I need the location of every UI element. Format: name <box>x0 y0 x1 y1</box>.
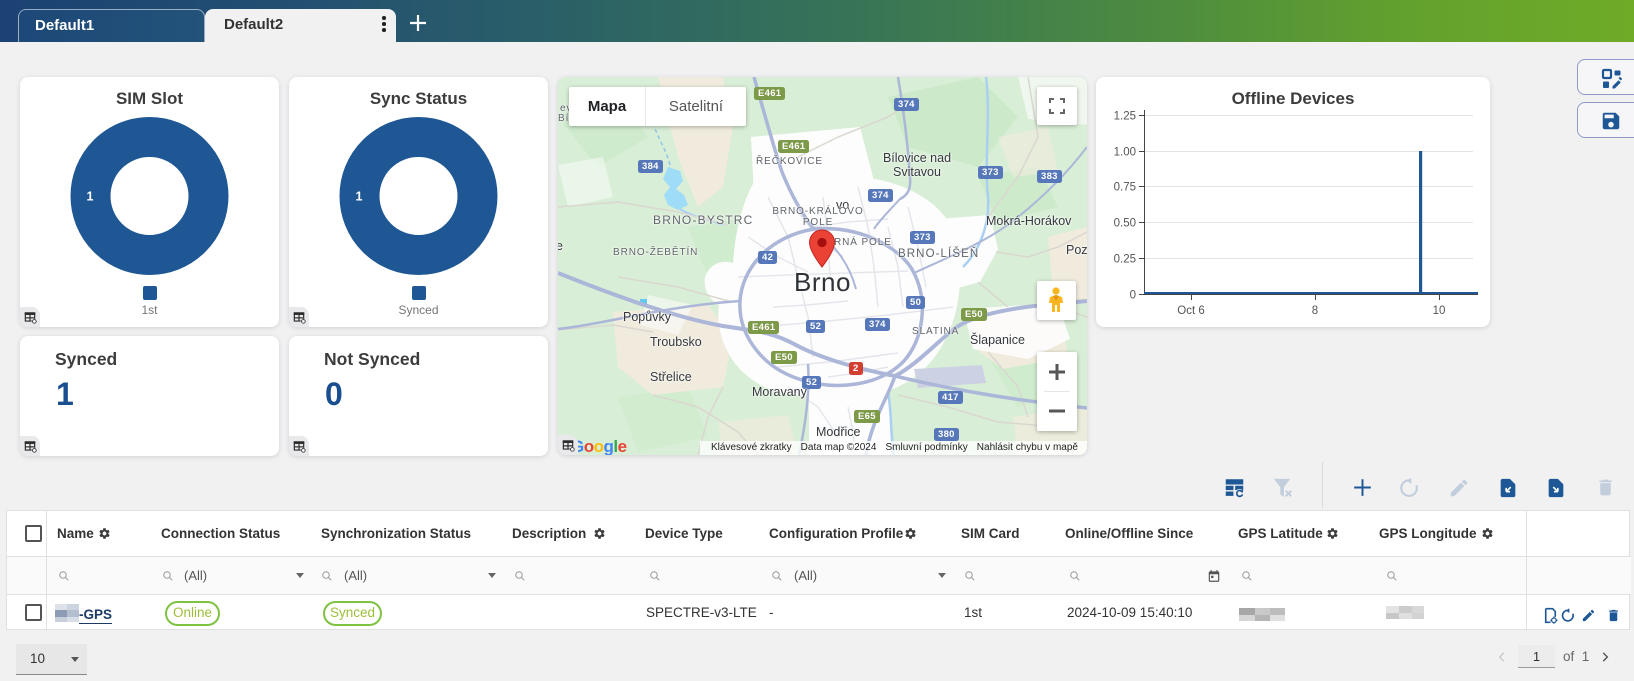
svg-text:Oct 6: Oct 6 <box>1177 305 1204 317</box>
svg-text:0.50: 0.50 <box>1114 218 1136 230</box>
svg-text:8: 8 <box>1312 305 1318 317</box>
svg-text:0: 0 <box>1130 290 1136 302</box>
svg-text:10: 10 <box>1433 305 1446 317</box>
svg-text:1: 1 <box>356 190 363 204</box>
svg-text:1: 1 <box>87 190 94 204</box>
svg-text:0.25: 0.25 <box>1114 254 1136 266</box>
svg-text:1.25: 1.25 <box>1114 111 1136 123</box>
svg-text:1.00: 1.00 <box>1114 147 1136 159</box>
svg-text:0.75: 0.75 <box>1114 182 1136 194</box>
